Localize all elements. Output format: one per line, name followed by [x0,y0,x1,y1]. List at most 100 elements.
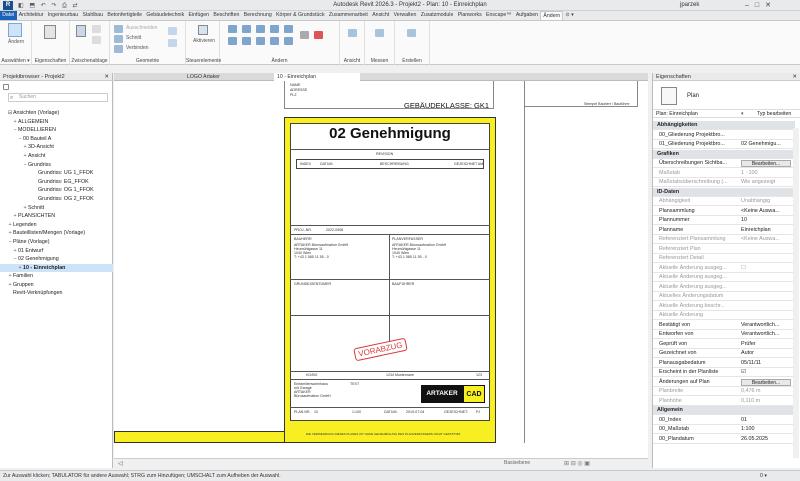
create-icon[interactable] [407,29,416,37]
dropdown-icon[interactable]: ▾ [741,110,744,119]
tab-5[interactable]: Gebäudetechnik [144,11,186,20]
join-icon[interactable] [114,45,123,53]
tree-item[interactable]: −02 Genehmigung [0,255,113,264]
mirror-axis-icon[interactable] [256,25,265,33]
scroll-left-icon[interactable]: ◁ [118,460,123,467]
tree-item[interactable]: Revit-Verknüpfungen [0,289,113,298]
tab-10[interactable]: Zusammenarbeit [327,11,370,20]
property-row[interactable]: Aktuelle Änderung ausgeg... [653,273,795,283]
paste-icon[interactable] [76,25,86,37]
tree-item[interactable]: +ALLGEMEIN [0,118,113,127]
property-value[interactable]: 0,110 m [741,397,795,406]
property-row[interactable]: Abhängigkeit Unabhängig [653,197,795,207]
mirror-draw-icon[interactable] [270,25,279,33]
property-value[interactable]: ☑ [741,368,795,377]
tab-18[interactable]: ⊙ ▾ [563,11,576,20]
property-section[interactable]: Grafiken [653,149,795,159]
rotate-icon[interactable] [256,37,265,45]
property-section[interactable]: Allgemein [653,406,795,416]
tree-item[interactable]: +Bauteillisten/Mengen (Vorlage) [0,229,113,238]
property-value[interactable]: <Keine Auswa... [741,235,795,244]
view-tool-icons[interactable]: ⊞ ⊟ ◎ ▣ [564,460,590,467]
user-name[interactable]: jparzek [680,2,699,8]
property-row[interactable]: Änderungen auf Plan Bearbeiten... [653,378,795,387]
search-input[interactable]: Suchen [8,93,108,102]
property-row[interactable]: 00_Index 01 [653,416,795,425]
properties-scrollbar[interactable] [793,128,799,458]
browser-menu-icon[interactable] [3,84,9,90]
activate-icon[interactable] [198,25,208,35]
property-row[interactable]: 00_Gliederung Projektbro... [653,131,795,140]
tree-item[interactable]: Grundriss: UG 1_FFOK [0,169,113,178]
tree-item[interactable]: +Ansicht [0,152,113,161]
copy-icon[interactable] [92,36,101,44]
property-value[interactable]: ☐ [741,264,795,273]
edit-type-button[interactable]: Typ bearbeiten [757,110,791,119]
offset-icon[interactable] [242,25,251,33]
tree-item[interactable]: Grundriss: OG 1_FFOK [0,186,113,195]
property-row[interactable]: 01_Gliederung Projektbro... 02 Genehmigu.… [653,140,795,150]
tree-item[interactable]: −Grundriss [0,161,113,170]
cope-icon[interactable] [114,25,123,33]
property-row[interactable]: Gezeichnet von Autor [653,349,795,359]
trim-icon[interactable] [270,37,279,45]
tab-16[interactable]: Aufgaben [514,11,541,20]
edit-button[interactable]: Bearbeiten... [741,378,791,386]
tab-1[interactable]: Architektur [17,11,46,20]
tree-item[interactable]: +Gruppen [0,281,113,290]
property-row[interactable]: Überschreibungen Sichtba... Bearbeiten... [653,159,795,169]
properties-icon[interactable] [44,25,56,39]
cut-geometry-icon[interactable] [114,35,123,43]
property-row[interactable]: Bestätigt von Verantwortlich... [653,321,795,330]
array-icon[interactable] [284,37,293,45]
property-value[interactable]: 1 : 100 [741,169,795,178]
tree-item[interactable]: +01 Entwurf [0,247,113,256]
property-row[interactable]: 00_Plandatum 26.05.2025 [653,435,795,444]
property-value[interactable]: Prüfer [741,340,795,349]
tree-item[interactable]: +10 - Einreichplan [0,263,113,273]
split-face-icon[interactable] [168,39,177,47]
property-value[interactable]: 26.05.2025 [741,435,795,444]
tree-item[interactable]: ⊟Ansichten (Vorlage) [0,109,113,118]
tree-item[interactable]: +Familien [0,272,113,281]
property-row[interactable]: Referenziert Plan [653,245,795,254]
modify-cursor-icon[interactable] [8,23,22,37]
quick-access-toolbar[interactable]: ◧ ⬒ ↶ ↷ ⎙ ⇄ [18,2,80,10]
tab-7[interactable]: Beschriften [211,11,241,20]
property-row[interactable]: Referenziert Detail [653,254,795,264]
paint-icon[interactable] [168,27,177,35]
property-value[interactable]: 0,476 m [741,387,795,396]
property-row[interactable]: Aktuelle Änderung [653,311,795,321]
property-row[interactable]: Planbreite 0,476 m [653,387,795,397]
tree-item[interactable]: −00 Bauteil A [0,135,113,144]
close-icon[interactable]: ✕ [104,73,109,81]
property-row[interactable]: Entworfen von Verantwortlich... [653,330,795,340]
property-value[interactable]: Einreichplan [741,226,795,235]
property-row[interactable]: Erscheint in der Planliste ☑ [653,368,795,378]
tab-4[interactable]: Betonfertigteile [105,11,144,20]
align-icon[interactable] [228,25,237,33]
property-value[interactable]: Verantwortlich... [741,321,795,330]
minimize-icon[interactable]: – [745,2,755,9]
property-value[interactable]: 01 [741,416,795,425]
property-row[interactable]: Planausgabedatum 05/11/11 [653,359,795,368]
ausschneiden-label[interactable]: Ausschneiden [126,25,157,31]
tree-item[interactable]: +PLANSICHTEN [0,212,113,221]
doc-tab-logo[interactable]: LOGO Artaker [184,73,270,81]
tab-11[interactable]: Ansicht [370,11,391,20]
tree-item[interactable]: Grundriss: EG_FFOK [0,178,113,187]
doc-tab-einreichplan[interactable]: 10 - Einreichplan [274,73,360,81]
tab-0[interactable]: Datei [0,11,17,20]
tab-15[interactable]: Enscape™ [484,11,514,20]
move-icon[interactable] [228,37,237,45]
property-row[interactable]: Planname Einreichplan [653,226,795,235]
tree-item[interactable]: −MODELLIEREN [0,126,113,135]
close-icon[interactable]: ✕ [765,2,777,9]
split-icon[interactable] [284,25,293,33]
tab-12[interactable]: Verwalten [391,11,418,20]
tab-3[interactable]: Stahlbau [80,11,105,20]
tab-2[interactable]: Ingenieurbau [46,11,81,20]
view-icon[interactable] [348,29,357,37]
property-section[interactable]: Abhängigkeiten [653,121,795,131]
modify-label[interactable]: Ändern [8,39,24,45]
